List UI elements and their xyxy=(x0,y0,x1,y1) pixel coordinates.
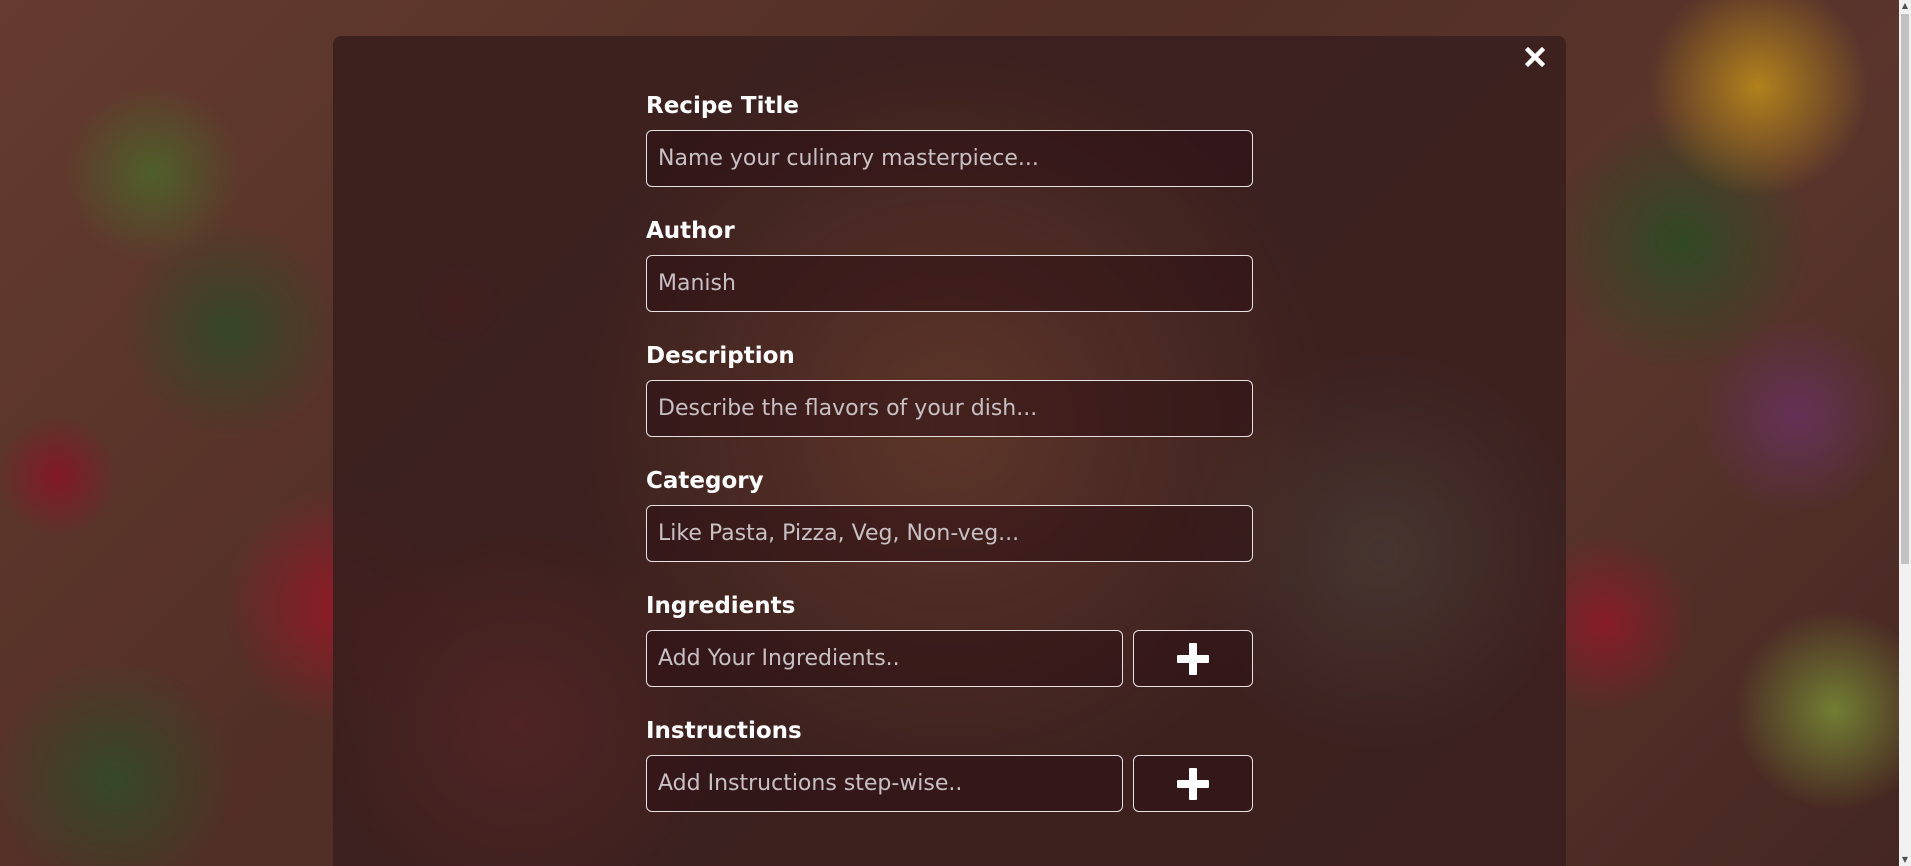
author-field: Author xyxy=(646,217,1253,312)
close-icon xyxy=(1524,46,1546,68)
recipe-title-label: Recipe Title xyxy=(646,93,799,119)
instructions-field: Instructions xyxy=(646,717,1253,812)
description-input[interactable] xyxy=(646,380,1253,437)
author-label: Author xyxy=(646,218,735,244)
close-button[interactable] xyxy=(1522,46,1548,72)
scroll-down-arrow-icon[interactable]: ▼ xyxy=(1899,854,1911,866)
recipe-title-field: Recipe Title xyxy=(646,92,1253,187)
instructions-label: Instructions xyxy=(646,718,802,744)
description-field: Description xyxy=(646,342,1253,437)
ingredients-label: Ingredients xyxy=(646,593,796,619)
instructions-row xyxy=(646,755,1253,812)
category-input[interactable] xyxy=(646,505,1253,562)
recipe-form-modal: Recipe Title Author Description Category… xyxy=(333,36,1566,866)
ingredients-input[interactable] xyxy=(646,630,1123,687)
plus-icon xyxy=(1177,767,1209,800)
category-field: Category xyxy=(646,467,1253,562)
author-input[interactable] xyxy=(646,255,1253,312)
page-scrollbar[interactable]: ▲ ▼ xyxy=(1899,0,1911,866)
add-instruction-button[interactable] xyxy=(1133,755,1253,812)
page-background: Recipe Title Author Description Category… xyxy=(0,0,1911,866)
recipe-form: Recipe Title Author Description Category… xyxy=(646,92,1253,842)
recipe-title-input[interactable] xyxy=(646,130,1253,187)
plus-icon xyxy=(1177,642,1209,675)
category-label: Category xyxy=(646,468,764,494)
scroll-up-arrow-icon[interactable]: ▲ xyxy=(1899,0,1911,12)
ingredients-row xyxy=(646,630,1253,687)
description-label: Description xyxy=(646,343,795,369)
instructions-input[interactable] xyxy=(646,755,1123,812)
scrollbar-thumb[interactable] xyxy=(1901,14,1909,564)
ingredients-field: Ingredients xyxy=(646,592,1253,687)
add-ingredient-button[interactable] xyxy=(1133,630,1253,687)
